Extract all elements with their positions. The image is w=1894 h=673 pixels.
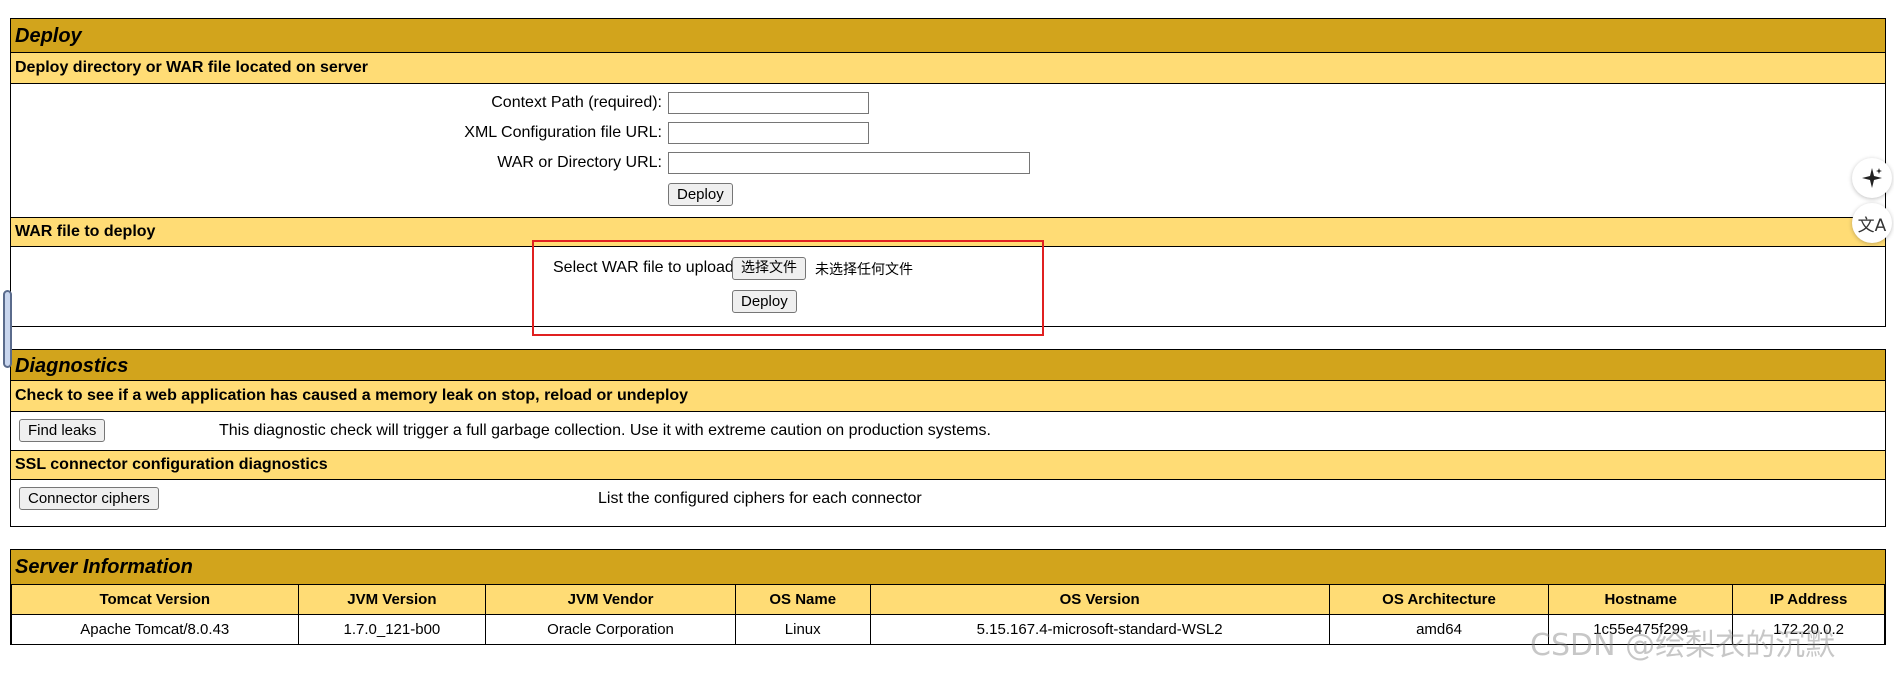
ssl-description: List the configured ciphers for each con…: [598, 490, 922, 507]
context-path-input[interactable]: [668, 92, 869, 114]
server-info-title: Server Information: [11, 550, 1885, 584]
value-os-name: Linux: [734, 614, 871, 645]
value-os-version: 5.15.167.4-microsoft-standard-WSL2: [869, 614, 1330, 645]
connector-ciphers-button[interactable]: Connector ciphers: [19, 487, 159, 510]
header-tomcat-version: Tomcat Version: [11, 584, 299, 615]
xml-config-label: XML Configuration file URL:: [464, 124, 662, 141]
leak-section-title: Check to see if a web application has ca…: [11, 381, 1885, 412]
value-tomcat-version: Apache Tomcat/8.0.43: [11, 614, 299, 645]
deploy-server-section-title: Deploy directory or WAR file located on …: [11, 53, 1885, 84]
header-os-architecture: OS Architecture: [1328, 584, 1550, 615]
highlight-box: [532, 240, 1044, 336]
find-leaks-button[interactable]: Find leaks: [19, 419, 106, 442]
deploy-server-button[interactable]: Deploy: [668, 183, 733, 206]
war-dir-label: WAR or Directory URL:: [497, 154, 662, 171]
header-hostname: Hostname: [1548, 584, 1734, 615]
xml-config-input[interactable]: [668, 122, 869, 144]
value-os-architecture: amd64: [1328, 614, 1550, 645]
diagnostics-panel: Diagnostics Check to see if a web applic…: [10, 349, 1886, 527]
watermark: CSDN @绘梨衣的沉默: [1530, 628, 1836, 663]
ssl-section-title: SSL connector configuration diagnostics: [11, 450, 1885, 480]
header-os-name: OS Name: [734, 584, 871, 615]
header-jvm-vendor: JVM Vendor: [485, 584, 736, 615]
deploy-title: Deploy: [11, 19, 1885, 53]
value-jvm-vendor: Oracle Corporation: [485, 614, 736, 645]
context-path-label: Context Path (required):: [491, 94, 662, 111]
translate-icon[interactable]: 文A: [1852, 203, 1892, 243]
value-jvm-version: 1.7.0_121-b00: [297, 614, 487, 645]
war-dir-input[interactable]: [668, 152, 1030, 174]
ssl-row: Connector ciphers List the configured ci…: [11, 480, 1885, 520]
header-os-version: OS Version: [869, 584, 1330, 615]
diagnostics-title: Diagnostics: [11, 350, 1885, 381]
header-jvm-version: JVM Version: [297, 584, 487, 615]
leak-row: Find leaks This diagnostic check will tr…: [11, 412, 1885, 450]
deploy-server-form: Context Path (required): XML Configurati…: [11, 84, 1885, 217]
sparkle-icon[interactable]: [1852, 158, 1892, 198]
leak-description: This diagnostic check will trigger a ful…: [219, 422, 991, 439]
server-info-header-row: Tomcat Version JVM Version JVM Vendor OS…: [11, 584, 1885, 615]
header-ip-address: IP Address: [1732, 584, 1885, 615]
page-scroll-handle[interactable]: [3, 290, 12, 368]
